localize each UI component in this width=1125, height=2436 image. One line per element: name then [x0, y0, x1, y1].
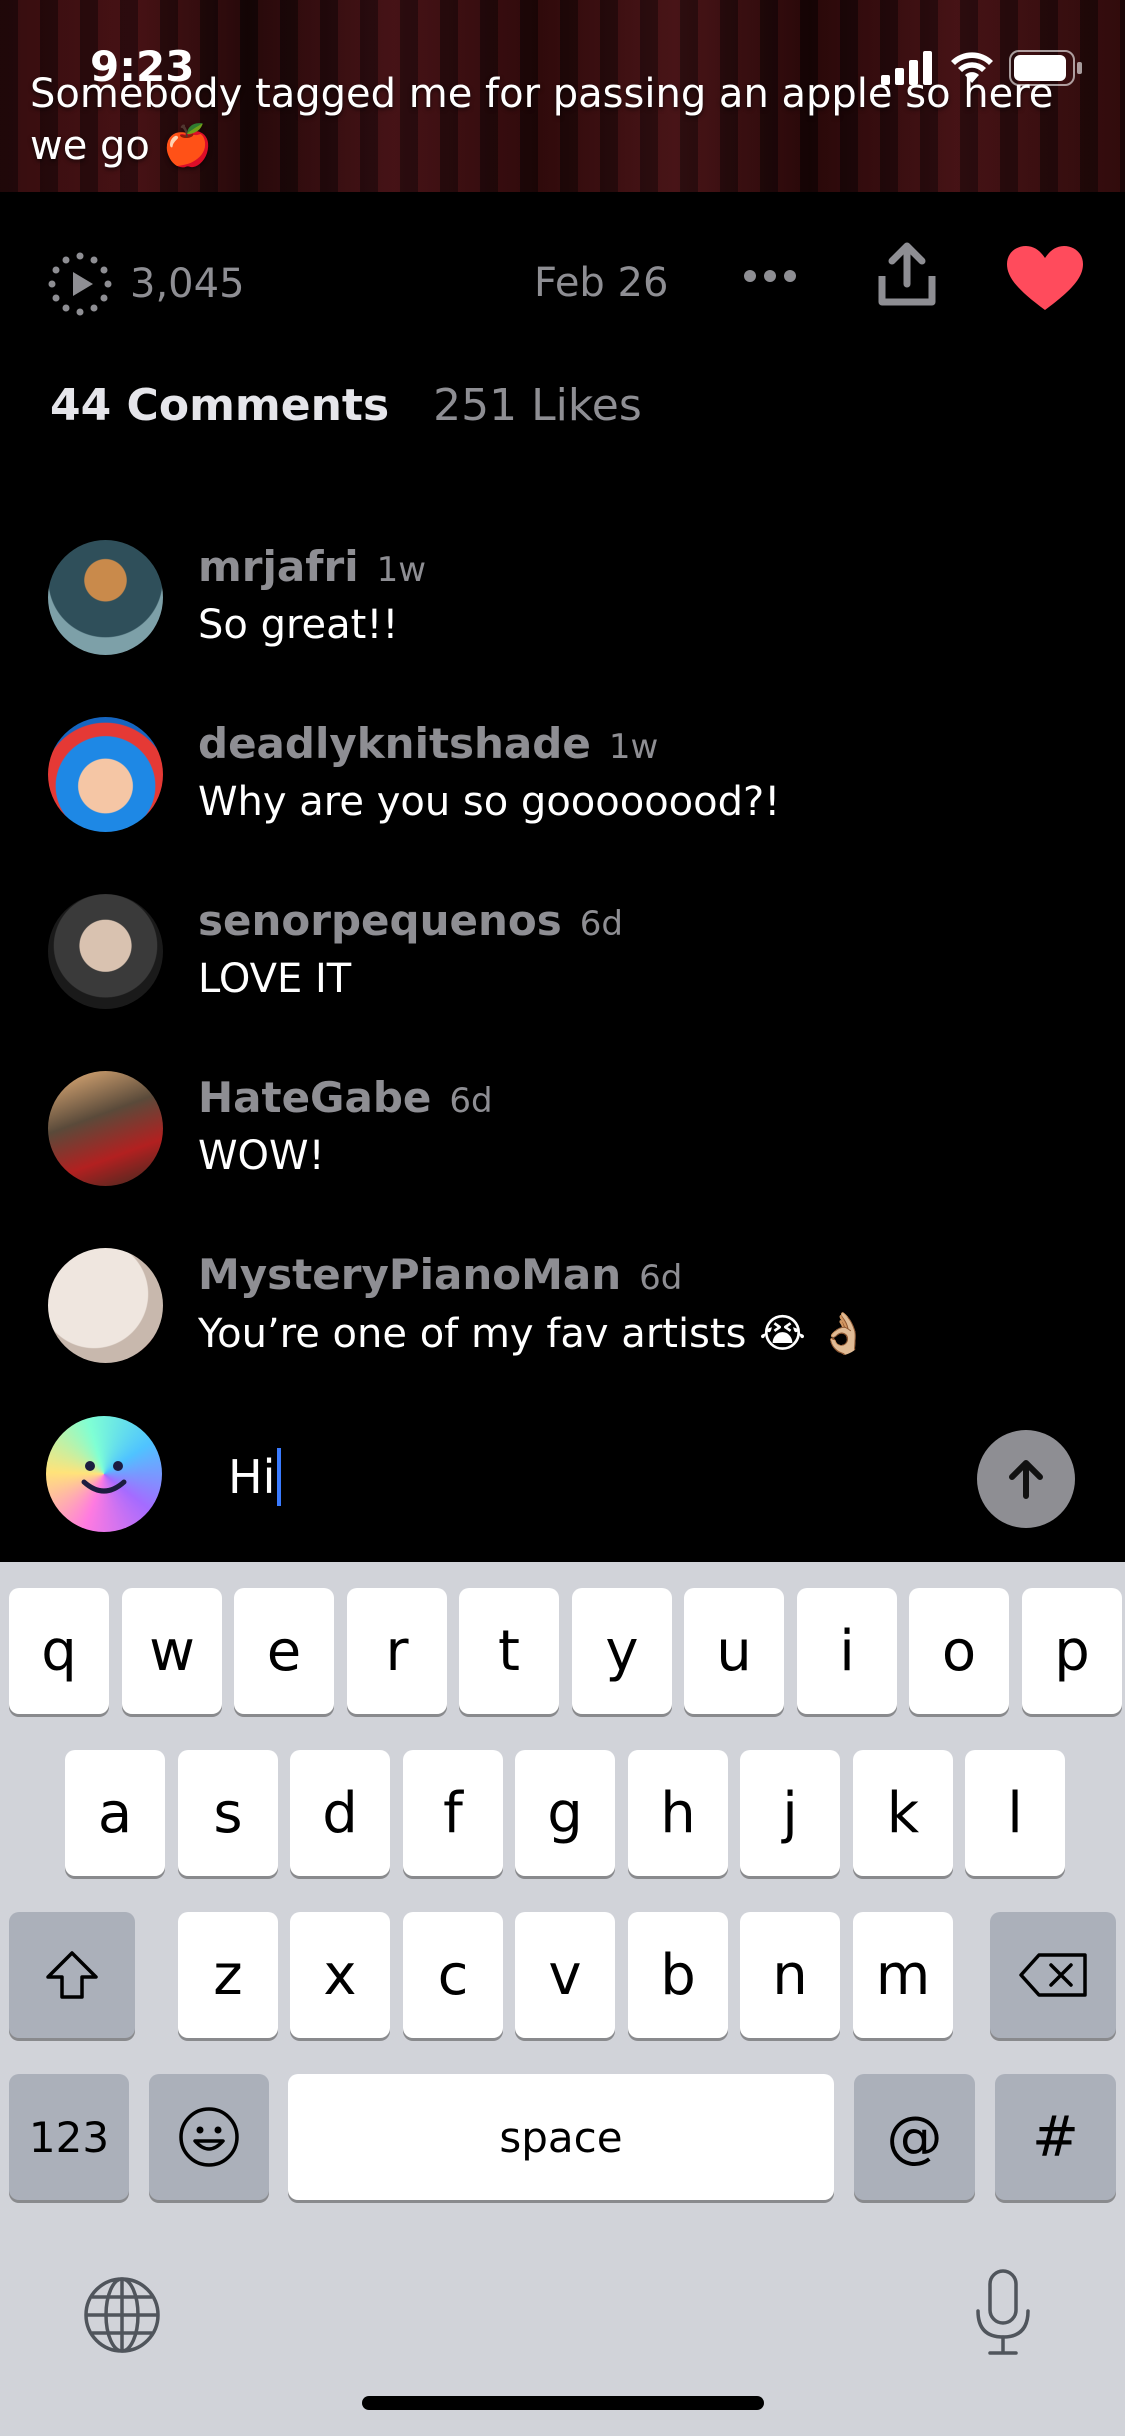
share-icon[interactable]: [872, 240, 942, 310]
key-g[interactable]: g: [515, 1750, 615, 1876]
key-v[interactable]: v: [515, 1912, 615, 2038]
comment-text: Why are you so goooooood?!: [198, 779, 781, 825]
user-avatar[interactable]: [46, 1416, 162, 1532]
key-s[interactable]: s: [178, 1750, 278, 1876]
comment-time: 6d: [639, 1258, 683, 1298]
comment-username[interactable]: mrjafri: [198, 542, 359, 591]
key-o[interactable]: o: [909, 1588, 1009, 1714]
plays-count: 3,045: [130, 261, 245, 307]
status-time: 9:23: [90, 42, 195, 91]
key-u[interactable]: u: [684, 1588, 784, 1714]
at-key[interactable]: @: [854, 2074, 975, 2200]
key-b[interactable]: b: [628, 1912, 728, 2038]
key-e[interactable]: e: [234, 1588, 334, 1714]
comment-username[interactable]: deadlyknitshade: [198, 719, 591, 768]
plays-counter: 3,045: [48, 252, 245, 316]
hash-key[interactable]: #: [995, 2074, 1116, 2200]
post-stats-bar: 3,045 Feb 26: [0, 240, 1125, 320]
arrow-up-icon: [1009, 1460, 1043, 1499]
comment-text: LOVE IT: [198, 956, 352, 1002]
emoji-key[interactable]: [149, 2074, 269, 2200]
wifi-icon: [951, 52, 993, 83]
comment-input[interactable]: [228, 1442, 928, 1512]
avatar[interactable]: [48, 1071, 163, 1186]
avatar[interactable]: [48, 1248, 163, 1363]
key-i[interactable]: i: [797, 1588, 897, 1714]
signal-icon: [881, 51, 932, 85]
key-f[interactable]: f: [403, 1750, 503, 1876]
heart-icon[interactable]: [1005, 244, 1085, 314]
comment-time: 6d: [449, 1081, 493, 1121]
comment-text: WOW!: [198, 1133, 325, 1179]
video-header[interactable]: 9:23 Somebody tagged me for passing an a…: [0, 0, 1125, 192]
avatar[interactable]: [48, 717, 163, 832]
key-y[interactable]: y: [572, 1588, 672, 1714]
comment-text: You’re one of my fav artists 😭 👌🏼: [198, 1311, 869, 1357]
delete-key[interactable]: [990, 1912, 1116, 2038]
comment-username[interactable]: HateGabe: [198, 1073, 431, 1122]
keyboard: q w e r t y u i o p a s d f g h j k l z …: [0, 1562, 1125, 2436]
text-cursor: [277, 1448, 281, 1506]
numbers-key[interactable]: 123: [9, 2074, 129, 2200]
more-options-icon[interactable]: [740, 256, 800, 296]
key-t[interactable]: t: [459, 1588, 559, 1714]
backspace-icon: [1019, 1953, 1087, 1997]
comment-time: 1w: [376, 550, 427, 590]
space-key[interactable]: space: [288, 2074, 834, 2200]
comment-time: 1w: [608, 727, 659, 767]
key-d[interactable]: d: [290, 1750, 390, 1876]
microphone-icon[interactable]: [968, 2267, 1038, 2359]
key-q[interactable]: q: [9, 1588, 109, 1714]
tab-likes[interactable]: 251 Likes: [433, 380, 642, 431]
key-j[interactable]: j: [740, 1750, 840, 1876]
list-item[interactable]: HateGabe 6d WOW!: [0, 1059, 1125, 1209]
play-count-icon: [48, 252, 112, 316]
home-indicator[interactable]: [362, 2396, 764, 2410]
shift-key[interactable]: [9, 1912, 135, 2038]
list-item[interactable]: senorpequenos 6d LOVE IT: [0, 882, 1125, 1032]
key-m[interactable]: m: [853, 1912, 953, 2038]
smiley-icon: [81, 1461, 127, 1494]
comment-username[interactable]: MysteryPianoMan: [198, 1250, 621, 1299]
globe-icon[interactable]: [82, 2275, 162, 2355]
key-p[interactable]: p: [1022, 1588, 1122, 1714]
battery-icon: [1009, 50, 1082, 86]
list-item[interactable]: MysteryPianoMan 6d You’re one of my fav a…: [0, 1236, 1125, 1386]
avatar[interactable]: [48, 894, 163, 1009]
list-item[interactable]: deadlyknitshade 1w Why are you so goooooo…: [0, 705, 1125, 855]
comment-username[interactable]: senorpequenos: [198, 896, 562, 945]
comment-text: So great!!: [198, 602, 399, 648]
list-item[interactable]: mrjafri 1w So great!!: [0, 528, 1125, 678]
comment-composer: [0, 1400, 1125, 1560]
key-h[interactable]: h: [628, 1750, 728, 1876]
key-a[interactable]: a: [65, 1750, 165, 1876]
post-date: Feb 26: [534, 260, 669, 306]
key-c[interactable]: c: [403, 1912, 503, 2038]
key-r[interactable]: r: [347, 1588, 447, 1714]
key-w[interactable]: w: [122, 1588, 222, 1714]
key-n[interactable]: n: [740, 1912, 840, 2038]
status-icons: [881, 50, 1083, 86]
send-button[interactable]: [977, 1430, 1075, 1528]
key-z[interactable]: z: [178, 1912, 278, 2038]
emoji-icon: [179, 2107, 239, 2167]
tabs: 44 Comments 251 Likes: [50, 380, 642, 431]
key-k[interactable]: k: [853, 1750, 953, 1876]
shift-icon: [46, 1951, 98, 1999]
key-x[interactable]: x: [290, 1912, 390, 2038]
key-l[interactable]: l: [965, 1750, 1065, 1876]
avatar[interactable]: [48, 540, 163, 655]
tab-comments[interactable]: 44 Comments: [50, 380, 389, 431]
comment-time: 6d: [579, 904, 623, 944]
